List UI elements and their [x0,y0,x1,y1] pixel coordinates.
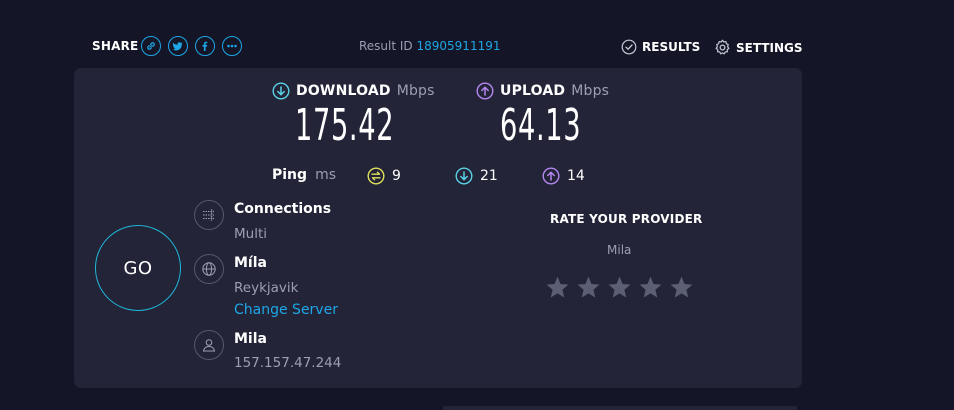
rating-stars [545,275,694,300]
connections-icon [203,209,215,221]
result-id: Result ID 18905911191 [359,39,500,53]
ping-upload-icon [542,167,560,185]
rate-provider-title: RATE YOUR PROVIDER [550,212,703,226]
ping-upload-value: 14 [567,168,585,184]
connections-title: Connections [234,201,332,217]
results-label: RESULTS [642,40,701,54]
upload-unit: Mbps [571,83,610,99]
ping-idle-icon [367,167,385,185]
download-unit: Mbps [396,83,435,99]
gear-icon [715,39,730,55]
rate-provider-name: Mila [607,243,632,257]
ping-unit: ms [315,167,336,183]
isp-icon-wrap [194,330,224,360]
upload-header: UPLOAD Mbps [476,82,609,100]
star-icon[interactable] [607,275,632,300]
share-facebook-button[interactable] [195,36,215,56]
download-label: DOWNLOAD [296,83,391,99]
share-label: SHARE [92,39,139,53]
star-icon[interactable] [545,275,570,300]
result-id-link[interactable]: 18905911191 [417,39,501,53]
ping-download-icon [455,167,473,185]
check-circle-icon [621,39,637,55]
bottom-divider [443,406,797,410]
download-header: DOWNLOAD Mbps [272,82,435,100]
star-icon[interactable] [576,275,601,300]
ping-upload: 14 [542,167,585,185]
user-icon [202,339,216,352]
server-name: Míla [234,255,267,271]
isp-ip: 157.157.47.244 [234,355,342,371]
download-speed-value: 175.42 [295,100,395,151]
star-icon[interactable] [669,275,694,300]
star-icon[interactable] [638,275,663,300]
connections-icon-wrap [194,200,224,230]
share-twitter-button[interactable] [168,36,188,56]
results-panel [74,68,802,388]
server-icon-wrap [194,254,224,284]
more-icon [227,44,237,48]
link-icon [147,42,155,50]
upload-label: UPLOAD [500,83,566,99]
twitter-icon [172,42,183,51]
ping-idle-value: 9 [392,168,401,184]
upload-speed-value: 64.13 [500,100,582,151]
download-icon [272,82,290,100]
globe-icon [202,262,216,276]
ping-idle: 9 [367,167,401,185]
results-link[interactable]: RESULTS [621,39,700,55]
share-more-button[interactable] [222,36,242,56]
connections-value: Multi [234,226,267,242]
settings-link[interactable]: SETTINGS [714,39,803,56]
server-location: Reykjavik [234,280,299,296]
settings-label: SETTINGS [736,40,803,55]
ping-text: Ping [272,167,308,183]
ping-download-value: 21 [480,168,498,184]
ping-label: Ping ms [272,167,336,183]
upload-icon [476,82,494,100]
share-link-button[interactable] [141,36,161,56]
ping-download: 21 [455,167,498,185]
change-server-link[interactable]: Change Server [234,302,338,318]
result-id-label: Result ID [359,39,413,53]
facebook-icon [202,41,208,51]
isp-name: Mila [234,331,267,347]
go-button[interactable]: GO [95,225,181,311]
